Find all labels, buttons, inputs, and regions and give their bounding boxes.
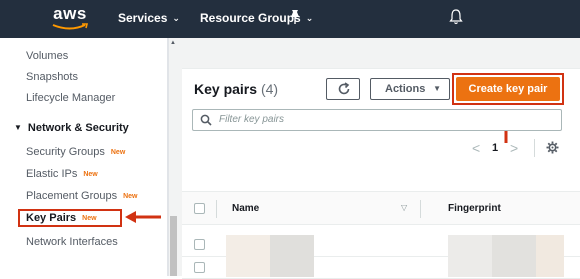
filter-placeholder: Filter key pairs xyxy=(219,114,285,125)
column-divider xyxy=(216,200,217,218)
sidebar-item-placement-groups[interactable]: Placement Groups New xyxy=(26,190,138,202)
panel-title-text: Key pairs xyxy=(194,81,258,97)
pager-divider xyxy=(534,139,535,157)
triangle-down-icon: ▼ xyxy=(14,123,22,132)
new-badge: New xyxy=(82,215,97,222)
row-checkbox[interactable] xyxy=(194,239,205,250)
actions-dropdown-button[interactable]: Actions ▼ xyxy=(370,78,450,100)
row-checkbox[interactable] xyxy=(194,262,205,273)
aws-logo[interactable]: aws xyxy=(44,4,96,32)
current-page-number[interactable]: 1 xyxy=(492,142,498,154)
gear-icon[interactable] xyxy=(546,141,559,154)
pin-icon[interactable] xyxy=(288,9,302,25)
sidebar-item-lifecycle-manager[interactable]: Lifecycle Manager xyxy=(26,92,115,104)
table-header: Name ▽ Fingerprint xyxy=(182,191,580,225)
scrollbar-thumb[interactable] xyxy=(170,216,177,276)
top-navigation-bar: aws Services ⌄ Resource Groups ⌄ xyxy=(0,0,580,38)
sidebar-item-snapshots[interactable]: Snapshots xyxy=(26,71,78,83)
table-row[interactable] xyxy=(182,235,580,257)
refresh-button[interactable] xyxy=(326,78,360,100)
sidebar: Volumes Snapshots Lifecycle Manager ▼ Net… xyxy=(0,38,168,276)
sidebar-item-volumes[interactable]: Volumes xyxy=(26,50,68,62)
create-key-pair-button[interactable]: Create key pair xyxy=(456,77,560,101)
new-badge: New xyxy=(123,193,138,200)
redacted-fingerprint-block xyxy=(536,257,564,277)
redacted-fingerprint-block xyxy=(492,257,536,277)
redacted-fingerprint-block xyxy=(448,257,492,277)
column-header-fingerprint[interactable]: Fingerprint xyxy=(448,203,501,214)
left-arrow-annotation-icon xyxy=(125,211,161,223)
sidebar-section-network-security[interactable]: ▼ Network & Security xyxy=(14,122,129,134)
sidebar-item-elastic-ips[interactable]: Elastic IPs New xyxy=(26,168,98,180)
next-page-icon[interactable]: > xyxy=(510,140,518,156)
key-pairs-panel: Key pairs (4) Actions ▼ Create key pair … xyxy=(182,68,580,279)
select-all-checkbox[interactable] xyxy=(194,203,205,214)
sidebar-item-label: Security Groups xyxy=(26,146,105,158)
aws-smile-icon xyxy=(52,23,88,30)
new-badge: New xyxy=(110,149,126,156)
chevron-down-icon: ⌄ xyxy=(305,13,314,23)
redacted-fingerprint-block xyxy=(536,235,564,257)
actions-label: Actions xyxy=(385,83,426,95)
page-title: Key pairs (4) xyxy=(194,81,278,97)
new-badge: New xyxy=(83,171,98,178)
redacted-name-block xyxy=(226,235,270,257)
column-header-name[interactable]: Name xyxy=(232,203,259,214)
refresh-icon xyxy=(338,82,350,95)
sidebar-item-label: Placement Groups xyxy=(26,190,118,202)
main-content: Key pairs (4) Actions ▼ Create key pair … xyxy=(178,38,580,279)
filter-key-pairs-input[interactable]: Filter key pairs xyxy=(192,109,562,131)
services-menu[interactable]: Services ⌄ xyxy=(118,11,180,25)
sidebar-item-network-interfaces[interactable]: Network Interfaces xyxy=(26,236,118,248)
sidebar-item-label: Elastic IPs xyxy=(26,168,78,180)
previous-page-icon[interactable]: < xyxy=(472,140,480,156)
sidebar-item-security-groups[interactable]: Security Groups New xyxy=(26,146,125,158)
sidebar-scrollbar[interactable]: ▲ xyxy=(168,38,178,276)
chevron-down-icon: ⌄ xyxy=(172,13,180,23)
redacted-fingerprint-block xyxy=(448,235,492,257)
sort-icon[interactable]: ▽ xyxy=(401,203,407,212)
content-top-strip xyxy=(178,38,580,64)
redacted-name-block xyxy=(226,257,270,277)
scroll-up-icon[interactable]: ▲ xyxy=(170,40,176,46)
key-pairs-count: (4) xyxy=(260,81,279,97)
aws-logo-text: aws xyxy=(53,4,87,23)
sidebar-item-label: Key Pairs xyxy=(26,212,77,224)
services-label: Services xyxy=(118,11,168,25)
sidebar-item-key-pairs[interactable]: Key Pairs New xyxy=(26,212,97,224)
redacted-name-block xyxy=(270,235,314,257)
section-label: Network & Security xyxy=(27,122,129,134)
search-icon xyxy=(200,114,212,126)
column-divider xyxy=(420,200,421,218)
resource-groups-label: Resource Groups xyxy=(200,11,301,25)
caret-down-icon: ▼ xyxy=(433,84,441,93)
bell-icon[interactable] xyxy=(448,8,464,26)
redacted-name-block xyxy=(270,257,314,277)
redacted-fingerprint-block xyxy=(492,235,536,257)
